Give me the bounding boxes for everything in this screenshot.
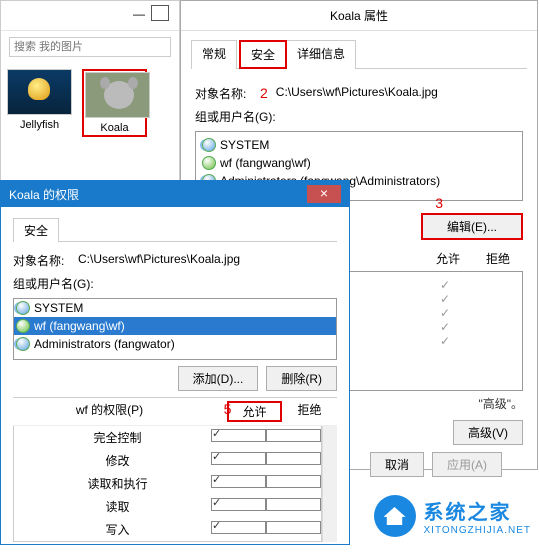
add-button[interactable]: 添加(D)... bbox=[178, 366, 259, 391]
deny-checkbox[interactable] bbox=[266, 521, 321, 534]
search-input[interactable] bbox=[9, 37, 171, 57]
users-icon bbox=[16, 337, 30, 351]
group-label: 组或用户名(G): bbox=[195, 108, 276, 125]
col-deny: 拒绝 bbox=[473, 250, 523, 267]
allow-checkbox[interactable] bbox=[211, 475, 266, 488]
deny-checkbox[interactable] bbox=[266, 498, 321, 511]
tab-general[interactable]: 常规 bbox=[191, 40, 237, 69]
permissions-dialog: Koala 的权限 × 安全 对象名称: C:\Users\wf\Picture… bbox=[0, 180, 350, 545]
user-wf[interactable]: wf (fangwang\wf) bbox=[200, 154, 518, 172]
marker-3: 3 bbox=[435, 195, 443, 211]
thumb-koala[interactable]: Koala bbox=[82, 69, 147, 137]
allow-checkbox[interactable] bbox=[211, 452, 266, 465]
koala-image bbox=[85, 72, 150, 118]
watermark: 系统之家 XITONGZHIJIA.NET bbox=[374, 495, 532, 537]
user-system[interactable]: SYSTEM bbox=[200, 136, 518, 154]
permissions-title: Koala 的权限 bbox=[9, 186, 79, 203]
thumb-label: Jellyfish bbox=[7, 119, 72, 131]
deny-checkbox[interactable] bbox=[266, 452, 321, 465]
watermark-icon bbox=[374, 495, 416, 537]
apply-button[interactable]: 应用(A) bbox=[432, 452, 502, 477]
users-icon bbox=[16, 301, 30, 315]
tab-details[interactable]: 详细信息 bbox=[287, 40, 356, 69]
restore-icon[interactable] bbox=[151, 5, 169, 21]
pd-object-value: C:\Users\wf\Pictures\Koala.jpg bbox=[78, 252, 240, 269]
perm-row: 读取和执行 bbox=[14, 472, 321, 495]
close-icon[interactable]: × bbox=[307, 185, 341, 203]
allow-checkbox[interactable] bbox=[211, 429, 266, 442]
properties-title: Koala 属性 bbox=[181, 1, 537, 31]
permission-table: 完全控制 修改 读取和执行 读取 写入 bbox=[13, 426, 322, 542]
watermark-title: 系统之家 bbox=[424, 496, 532, 525]
properties-footer: 取消 应用(A) bbox=[370, 452, 502, 477]
perm-row: 修改 bbox=[14, 449, 321, 472]
edit-button[interactable]: 编辑(E)... bbox=[421, 213, 523, 240]
minimize-icon[interactable]: — bbox=[129, 5, 149, 21]
deny-checkbox[interactable] bbox=[266, 429, 321, 442]
pd-user-admins[interactable]: Administrators (fangwator) bbox=[14, 335, 336, 353]
col-allow: 允许 bbox=[227, 401, 282, 422]
jellyfish-image bbox=[7, 69, 72, 115]
remove-button[interactable]: 删除(R) bbox=[266, 366, 337, 391]
allow-checkbox[interactable] bbox=[211, 498, 266, 511]
col-allow: 允许 bbox=[423, 250, 473, 267]
col-deny: 拒绝 bbox=[282, 401, 337, 422]
deny-checkbox[interactable] bbox=[266, 475, 321, 488]
scrollbar[interactable] bbox=[322, 426, 337, 542]
perm-row: 读取 bbox=[14, 495, 321, 518]
thumb-jellyfish[interactable]: Jellyfish bbox=[7, 69, 72, 137]
pd-user-wf[interactable]: wf (fangwang\wf) bbox=[14, 317, 336, 335]
marker-2: 2 bbox=[260, 85, 268, 102]
permissions-tab-security[interactable]: 安全 bbox=[13, 218, 59, 242]
advanced-button[interactable]: 高级(V) bbox=[453, 420, 523, 445]
object-name-label: 对象名称: bbox=[195, 85, 260, 102]
perm-owner-label: wf 的权限(P) bbox=[13, 401, 200, 422]
user-icon bbox=[202, 156, 216, 170]
pd-group-label: 组或用户名(G): bbox=[13, 275, 94, 292]
pd-user-system[interactable]: SYSTEM bbox=[14, 299, 336, 317]
pd-userlist[interactable]: SYSTEM wf (fangwang\wf) Administrators (… bbox=[13, 298, 337, 360]
permissions-titlebar: Koala 的权限 × bbox=[1, 181, 349, 207]
cancel-button[interactable]: 取消 bbox=[370, 452, 424, 477]
properties-tabs: 常规 安全 详细信息 bbox=[191, 39, 527, 69]
watermark-sub: XITONGZHIJIA.NET bbox=[424, 525, 532, 536]
explorer-titlebar: — bbox=[1, 1, 179, 31]
thumb-label: Koala bbox=[85, 122, 144, 134]
pd-object-label: 对象名称: bbox=[13, 252, 78, 269]
object-name-value: C:\Users\wf\Pictures\Koala.jpg bbox=[276, 85, 438, 102]
explorer-panel: — 1 Jellyfish Koala bbox=[0, 0, 180, 200]
perm-row: 完全控制 bbox=[14, 426, 321, 449]
users-icon bbox=[202, 138, 216, 152]
allow-checkbox[interactable] bbox=[211, 521, 266, 534]
tab-security[interactable]: 安全 bbox=[239, 40, 287, 69]
user-icon bbox=[16, 319, 30, 333]
perm-row: 写入 bbox=[14, 518, 321, 541]
